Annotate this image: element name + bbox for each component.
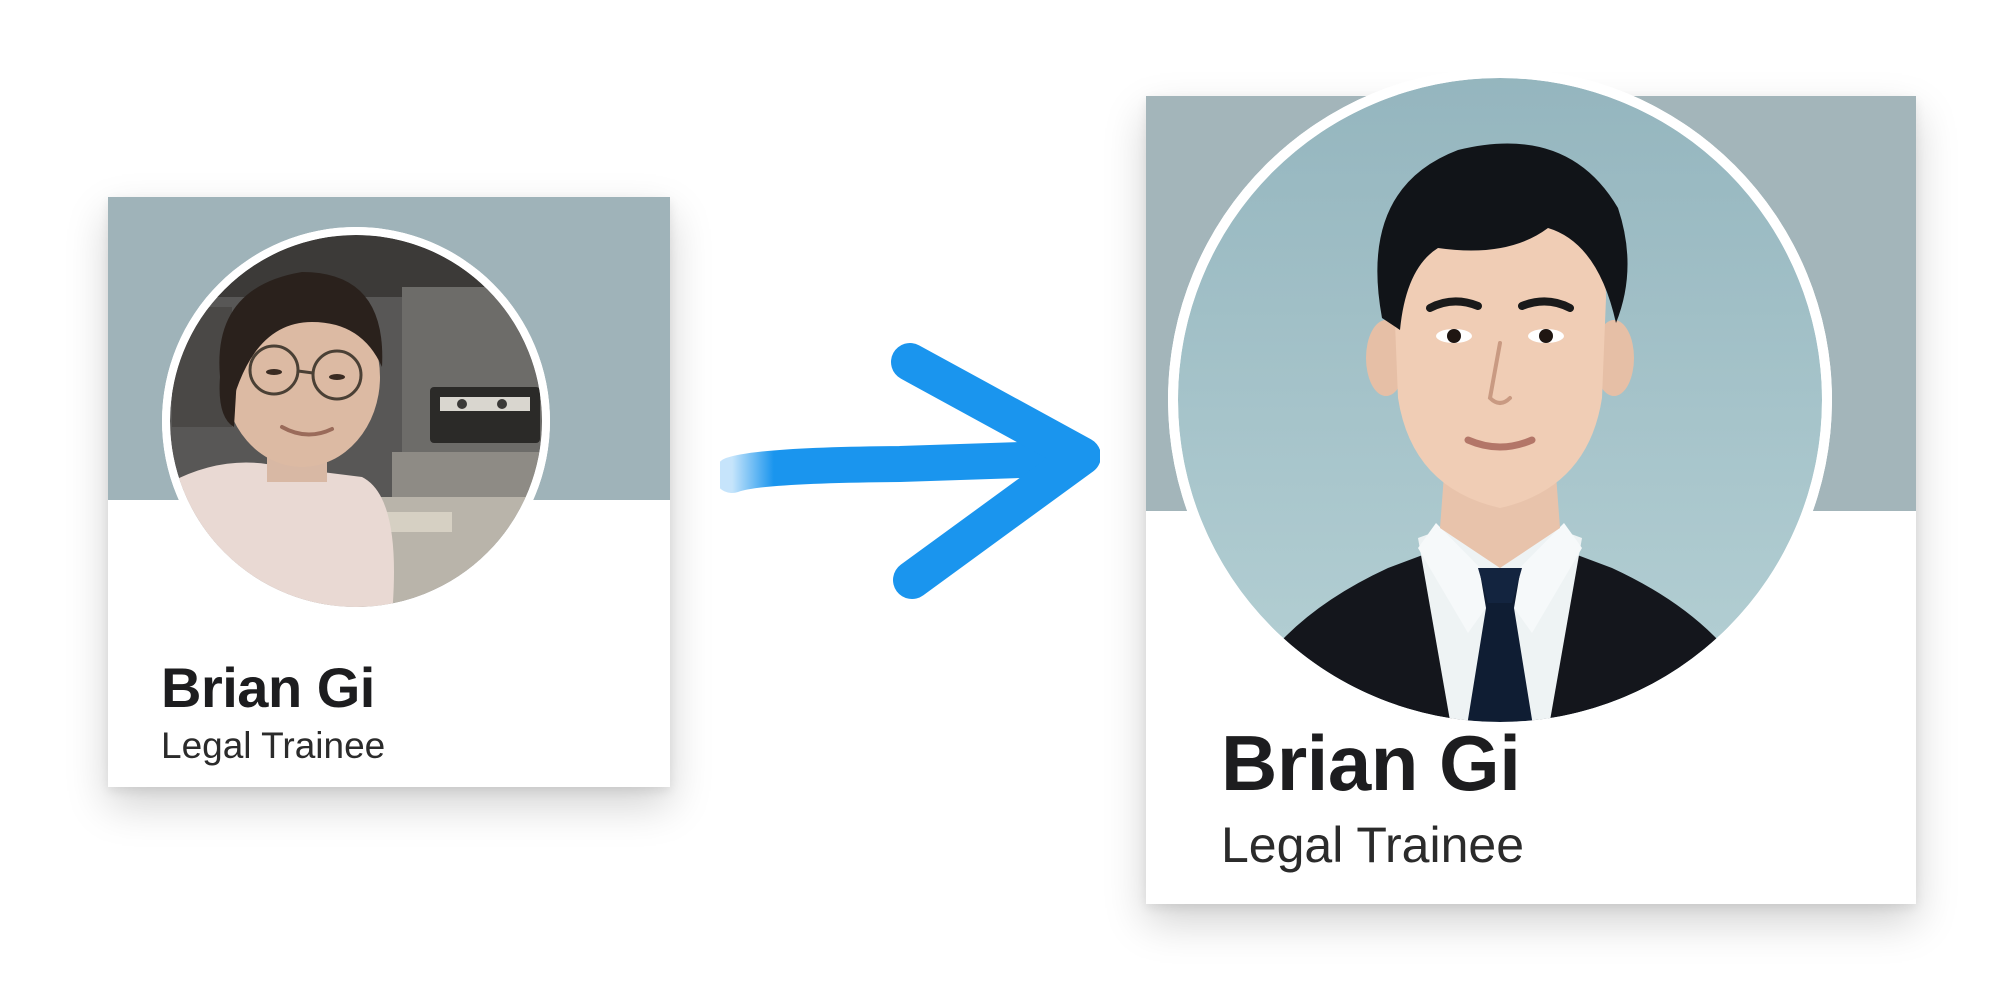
comparison-stage: Brian Gi Legal Trainee Brian Gi Legal Tr… bbox=[0, 0, 2000, 1000]
profile-card-before: Brian Gi Legal Trainee bbox=[108, 197, 670, 787]
profile-name: Brian Gi bbox=[1221, 719, 1521, 807]
professional-portrait-photo bbox=[1168, 68, 1832, 732]
casual-portrait-photo bbox=[162, 227, 550, 615]
avatar bbox=[1168, 68, 1832, 732]
avatar bbox=[162, 227, 550, 615]
profile-name: Brian Gi bbox=[161, 656, 375, 719]
profile-title: Legal Trainee bbox=[1221, 817, 1525, 873]
profile-title: Legal Trainee bbox=[161, 725, 386, 766]
profile-card-after: Brian Gi Legal Trainee bbox=[1146, 68, 1916, 904]
right-arrow-icon bbox=[720, 343, 1100, 599]
